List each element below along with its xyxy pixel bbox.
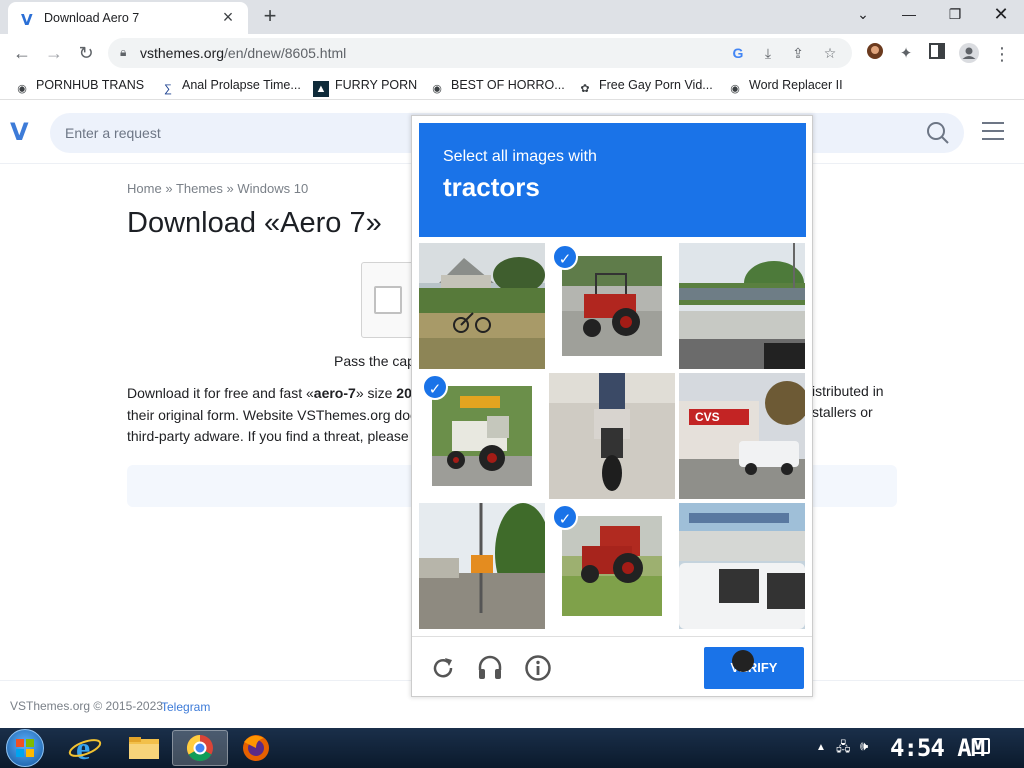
share-icon[interactable]: ⇪ xyxy=(788,43,808,63)
tile-image xyxy=(679,503,805,629)
forward-icon[interactable]: → xyxy=(41,40,67,66)
window-close-icon[interactable]: ✕ xyxy=(978,4,1024,24)
desc-fragment: istributed in xyxy=(812,383,884,399)
challenge-target: tractors xyxy=(443,172,540,202)
address-bar[interactable]: 🔒︎ vsthemes.org/en/dnew/8605.html G ⤓ ⇪ … xyxy=(108,38,852,68)
vsthemes-logo-icon: V xyxy=(21,11,33,29)
action-center-icon[interactable] xyxy=(972,738,990,754)
globe-icon: ◉ xyxy=(730,83,740,95)
breadcrumb-home[interactable]: Home xyxy=(127,181,162,196)
search-icon[interactable] xyxy=(926,121,950,145)
captcha-tile-selected[interactable]: ✓ xyxy=(419,373,545,499)
desc-fragment: stallers or xyxy=(812,404,873,420)
captcha-tile[interactable]: CVS xyxy=(679,373,805,499)
windows-logo-icon xyxy=(16,739,34,757)
captcha-tile-selected[interactable]: ✓ xyxy=(549,243,675,369)
captcha-tile[interactable] xyxy=(549,373,675,499)
firefox-icon[interactable] xyxy=(228,730,284,766)
google-translate-icon[interactable]: G xyxy=(728,43,748,63)
breadcrumb: Home » Themes » Windows 10 xyxy=(127,181,309,196)
bookmark-star-icon[interactable]: ☆ xyxy=(820,43,840,63)
bookmark-item[interactable]: ▲ FURRY PORN xyxy=(313,78,417,97)
challenge-subtitle: Select all images with xyxy=(443,148,597,165)
reload-icon[interactable]: ↻ xyxy=(73,40,99,66)
telegram-link[interactable]: Telegram xyxy=(161,700,210,714)
captcha-tile[interactable] xyxy=(679,243,805,369)
network-icon[interactable]: 🖧︎ xyxy=(836,738,851,760)
challenge-header: Select all images with tractors xyxy=(419,123,806,237)
chrome-menu-icon[interactable]: ⋮ xyxy=(991,43,1013,65)
captcha-tile[interactable] xyxy=(679,503,805,629)
internet-explorer-icon[interactable]: e xyxy=(58,730,114,766)
side-panel-icon[interactable] xyxy=(926,43,948,65)
volume-icon[interactable]: 🕪︎ xyxy=(860,738,868,754)
puzzle-icon: ✿ xyxy=(580,83,590,95)
taskbar-clock[interactable]: 4:54 AM xyxy=(890,734,985,762)
challenge-footer: VERIFY xyxy=(412,636,812,696)
bookmark-item[interactable]: ◉ PORNHUB TRANS xyxy=(14,78,144,97)
hamburger-menu-icon[interactable] xyxy=(982,122,1004,142)
copyright: VSThemes.org © 2015-2023 xyxy=(10,699,163,713)
tray-expand-icon[interactable]: ▲ xyxy=(816,742,826,753)
reload-challenge-icon[interactable] xyxy=(429,654,457,682)
tile-image xyxy=(432,386,532,486)
recaptcha-challenge: Select all images with tractors ✓ ✓ CVS … xyxy=(411,115,813,697)
windows-taskbar: e ▲ 🖧︎ 🕪︎ 4:54 AM xyxy=(0,728,1024,768)
page-title: Download «Aero 7» xyxy=(127,207,382,239)
svg-text:e: e xyxy=(76,730,90,766)
verify-button[interactable]: VERIFY xyxy=(704,647,804,689)
selected-check-icon: ✓ xyxy=(552,504,578,530)
mouse-cursor-icon xyxy=(732,650,754,672)
browser-toolbar: ← → ↻ 🔒︎ vsthemes.org/en/dnew/8605.html … xyxy=(0,34,1024,72)
svg-text:CVS: CVS xyxy=(695,410,720,424)
captcha-tile[interactable] xyxy=(419,503,545,629)
tab-close-icon[interactable]: × xyxy=(218,7,238,27)
captcha-tile[interactable] xyxy=(419,243,545,369)
sigma-icon: ∑ xyxy=(164,83,172,95)
recaptcha-checkbox[interactable] xyxy=(374,286,402,314)
breadcrumb-themes[interactable]: Themes xyxy=(176,181,223,196)
bookmark-item[interactable]: ◉ Word Replacer II xyxy=(727,78,842,97)
profile-avatar-icon[interactable] xyxy=(958,43,980,65)
globe-icon: ◉ xyxy=(432,83,442,95)
selected-check-icon: ✓ xyxy=(552,244,578,270)
back-icon[interactable]: ← xyxy=(9,40,35,66)
profile-extension-icon[interactable] xyxy=(864,42,886,64)
tile-image xyxy=(549,373,675,499)
extensions-puzzle-icon[interactable]: ✦ xyxy=(895,43,917,65)
vsthemes-logo-icon[interactable]: V xyxy=(10,118,29,146)
tile-image xyxy=(419,503,545,629)
lock-icon: 🔒︎ xyxy=(120,45,127,59)
pass-captcha-text: Pass the capt xyxy=(334,353,419,369)
new-tab-icon[interactable]: + xyxy=(258,3,282,29)
tab-search-icon[interactable]: ⌄ xyxy=(840,4,886,24)
selected-check-icon: ✓ xyxy=(422,374,448,400)
tab-title: Download Aero 7 xyxy=(44,11,140,25)
tile-image xyxy=(419,243,545,369)
restore-icon[interactable]: ❐ xyxy=(932,4,978,24)
file-explorer-icon[interactable] xyxy=(116,730,172,766)
url-text: vsthemes.org/en/dnew/8605.html xyxy=(140,45,347,61)
triangle-icon: ▲ xyxy=(313,81,329,97)
bookmark-item[interactable]: ∑ Anal Prolapse Time... xyxy=(160,78,301,97)
tile-image xyxy=(562,256,662,356)
bookmarks-bar: ◉ PORNHUB TRANS ∑ Anal Prolapse Time... ▲ F… xyxy=(0,72,1024,100)
globe-icon: ◉ xyxy=(17,83,27,95)
captcha-tile-selected[interactable]: ✓ xyxy=(549,503,675,629)
tile-image xyxy=(679,243,805,369)
search-placeholder: Enter a request xyxy=(65,125,161,141)
breadcrumb-windows10[interactable]: Windows 10 xyxy=(237,181,308,196)
chrome-icon[interactable] xyxy=(172,730,228,766)
browser-tab[interactable]: V Download Aero 7 × xyxy=(8,2,248,34)
minimize-icon[interactable]: — xyxy=(886,4,932,24)
start-button[interactable] xyxy=(6,729,44,767)
tab-strip: V Download Aero 7 × + ⌄ — ❐ ✕ xyxy=(0,0,1024,34)
bookmark-item[interactable]: ✿ Free Gay Porn Vid... xyxy=(577,78,712,97)
audio-challenge-icon[interactable] xyxy=(476,654,504,682)
install-icon[interactable]: ⤓ xyxy=(758,43,778,63)
bookmark-item[interactable]: ◉ BEST OF HORRO... xyxy=(429,78,564,97)
tile-image xyxy=(562,516,662,616)
tile-image: CVS xyxy=(679,373,805,499)
info-icon[interactable] xyxy=(524,654,552,682)
